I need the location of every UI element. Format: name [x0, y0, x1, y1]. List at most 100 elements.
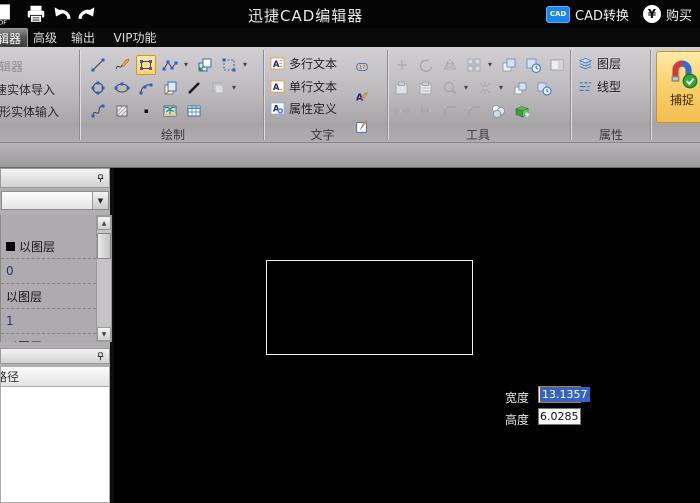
copy-nested-button[interactable]: [510, 78, 530, 98]
layer-list-item[interactable]: 1: [1, 309, 96, 334]
svg-text:A: A: [273, 59, 280, 69]
ref-edit2-button[interactable]: [534, 78, 554, 98]
spline-button[interactable]: [88, 101, 108, 121]
chevron-down-icon[interactable]: ▼: [92, 192, 108, 209]
secondary-toolbar: [0, 143, 700, 168]
panel-button[interactable]: [547, 55, 567, 75]
left-menu-editor[interactable]: 编辑器: [0, 58, 74, 74]
fillet-button[interactable]: [440, 101, 460, 121]
chevron-down-icon[interactable]: ▾: [464, 83, 471, 92]
paste2-button[interactable]: [416, 78, 436, 98]
circle-icon: [90, 80, 106, 96]
chevron-down-icon[interactable]: ▾: [243, 60, 250, 69]
region-button[interactable]: [208, 78, 228, 98]
tab-vip[interactable]: VIP功能: [104, 28, 166, 47]
layer-list-label: 以图层: [19, 239, 56, 254]
menu-tab-bar: 编辑器 高级 输出 VIP功能: [0, 28, 700, 47]
buy-button[interactable]: ¥ 购买: [639, 0, 696, 28]
layer-list-item[interactable]: 0: [1, 259, 96, 284]
arc-button[interactable]: [136, 78, 156, 98]
array-button[interactable]: [464, 55, 484, 75]
scroll-up-icon[interactable]: ▲: [97, 216, 111, 230]
move-button[interactable]: [392, 55, 412, 75]
t-num-button[interactable]: 1?: [352, 57, 372, 77]
rotate-button[interactable]: [416, 55, 436, 75]
image-button[interactable]: [160, 101, 180, 121]
app-title: 迅捷CAD编辑器: [248, 7, 364, 25]
left-menu-graphic-entity-input[interactable]: 图形实体输入: [0, 103, 74, 119]
width-input[interactable]: 13.1357: [538, 386, 590, 403]
undo-icon[interactable]: [51, 3, 73, 25]
hatch-button[interactable]: [112, 101, 132, 121]
polyline-button[interactable]: [160, 55, 180, 75]
copy-entity-button[interactable]: [160, 78, 180, 98]
t-style-button[interactable]: A: [352, 87, 372, 107]
explode-button[interactable]: [475, 78, 495, 98]
stext-button[interactable]: A 单行文本: [270, 78, 337, 95]
layer-list-scrollbar[interactable]: ▲ ▼: [96, 215, 112, 342]
chevron-down-icon[interactable]: ▾: [499, 83, 506, 92]
measure-button[interactable]: [392, 101, 412, 121]
sketch-button[interactable]: [112, 55, 132, 75]
circle-button[interactable]: [88, 78, 108, 98]
snap-button[interactable]: 捕捉: [656, 51, 700, 123]
layer-select[interactable]: ▼: [1, 191, 109, 210]
save-block-button[interactable]: [512, 101, 532, 121]
fillet-icon: [442, 103, 458, 119]
tab-editor[interactable]: 编辑器: [0, 28, 28, 47]
table-icon: [186, 103, 202, 119]
layer-list-item[interactable]: 以图层: [1, 284, 96, 309]
mtext-button[interactable]: A 多行文本: [270, 55, 337, 72]
table-button[interactable]: [184, 101, 204, 121]
pdf-export-icon[interactable]: PDF: [0, 3, 14, 25]
drawn-rectangle[interactable]: [266, 260, 473, 355]
line-icon: [90, 57, 106, 73]
point-button[interactable]: [136, 101, 156, 121]
print-icon[interactable]: [25, 3, 47, 25]
chamfer-button[interactable]: [464, 101, 484, 121]
explode-icon: [477, 80, 493, 96]
scroll-down-icon[interactable]: ▼: [97, 327, 111, 341]
paste-icon: [394, 80, 410, 96]
mirror-button[interactable]: [440, 55, 460, 75]
copy-nested-icon: [512, 80, 528, 96]
chevron-down-icon[interactable]: ▾: [488, 60, 495, 69]
pin-icon[interactable]: [95, 351, 106, 362]
boundary-button[interactable]: [219, 55, 239, 75]
layers-button[interactable]: 图层: [578, 55, 621, 72]
chevron-down-icon[interactable]: ▾: [184, 60, 191, 69]
copy-group-button[interactable]: [499, 55, 519, 75]
measure2-button[interactable]: [416, 101, 436, 121]
block-import-button[interactable]: [195, 55, 215, 75]
rect-icon: [138, 57, 154, 73]
draw-group-label: 绘制: [160, 128, 185, 142]
layer-list-item[interactable]: 以图层: [1, 334, 96, 343]
left-sidebar: ▼ 以图层 0 以图层 1 以图层 ▲ ▼ 路径: [0, 168, 114, 503]
group-button[interactable]: [488, 101, 508, 121]
linetype-button[interactable]: 线型: [578, 78, 621, 95]
pin-icon[interactable]: [95, 173, 106, 184]
cad-convert-button[interactable]: CAD CAD转换: [542, 0, 633, 28]
region-icon: [210, 80, 226, 96]
left-menu-quick-entity-import[interactable]: 快速实体导入: [0, 81, 74, 97]
tab-advanced[interactable]: 高级: [28, 28, 62, 47]
ref-edit-button[interactable]: [523, 55, 543, 75]
attrdef-button[interactable]: A 属性定义: [270, 100, 337, 117]
rect-button[interactable]: [136, 54, 156, 75]
thick-line-button[interactable]: [184, 78, 204, 98]
chevron-down-icon[interactable]: ▾: [232, 83, 239, 92]
scrollbar-thumb[interactable]: [97, 233, 111, 259]
spline-icon: [90, 103, 106, 119]
path-column-header[interactable]: 路径: [0, 366, 110, 387]
main-area: ▼ 以图层 0 以图层 1 以图层 ▲ ▼ 路径 宽度 13.1357 高度: [0, 168, 700, 503]
drawing-canvas[interactable]: 宽度 13.1357 高度 6.0285: [114, 168, 700, 503]
ellipse-button[interactable]: [112, 78, 132, 98]
line-button[interactable]: [88, 55, 108, 75]
height-input[interactable]: 6.0285: [538, 408, 581, 425]
tab-output[interactable]: 输出: [66, 28, 100, 47]
redo-icon[interactable]: [76, 3, 98, 25]
layer-list-item[interactable]: 以图层: [1, 234, 96, 259]
width-label: 宽度: [505, 391, 530, 405]
paste-button[interactable]: [392, 78, 412, 98]
zoom-button[interactable]: [440, 78, 460, 98]
